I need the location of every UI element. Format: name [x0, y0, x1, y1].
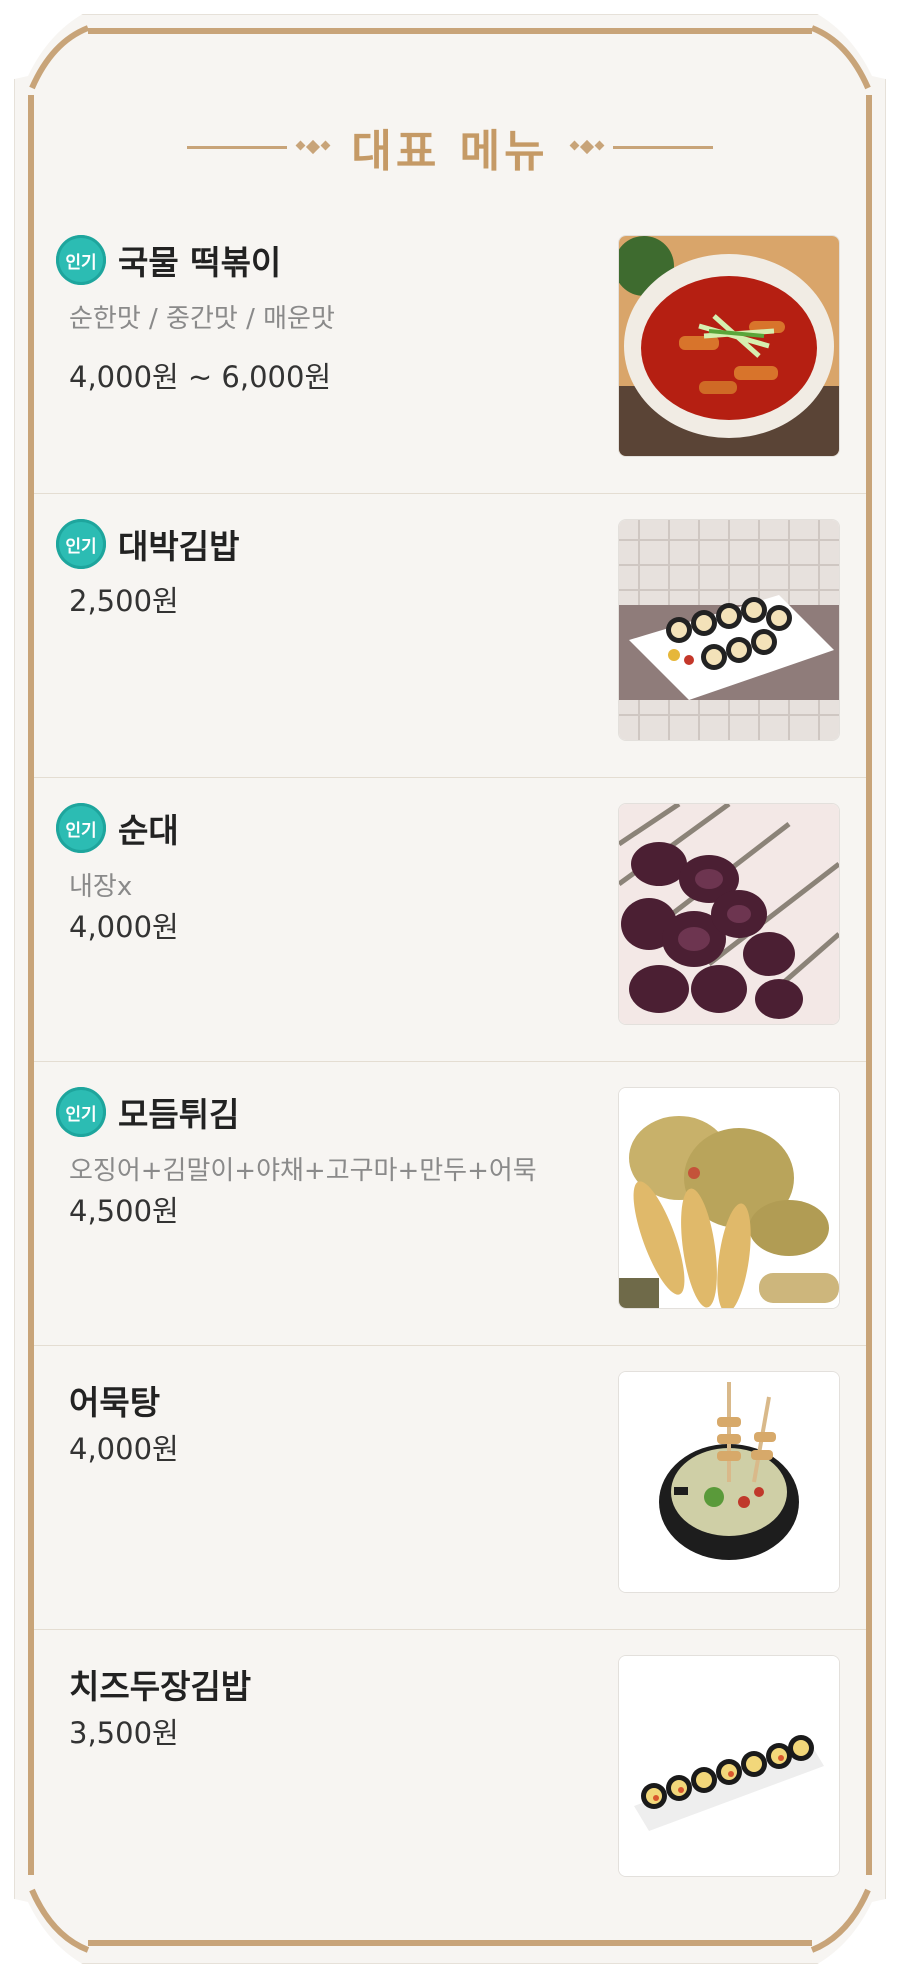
- tteokbokki-photo: [618, 235, 840, 457]
- menu-item-price: 4,000원 ~ 6,000원: [69, 360, 332, 394]
- menu-item-name: 대박김밥: [118, 527, 240, 566]
- menu-item-name: 국물 떡볶이: [118, 243, 282, 282]
- menu-item-name: 어묵탕: [69, 1383, 161, 1422]
- menu-item-fishcake-soup[interactable]: 어묵탕 4,000원: [34, 1346, 866, 1630]
- menu-item-price: 3,500원: [69, 1716, 179, 1750]
- menu-item-price: 4,000원: [69, 910, 179, 944]
- menu-item-sundae[interactable]: 인기 순대 내장x 4,000원: [34, 778, 866, 1062]
- menu-item-price: 2,500원: [69, 584, 179, 618]
- menu-item-name: 모듬튀김: [118, 1095, 240, 1134]
- menu-item-description: 내장x: [69, 872, 133, 902]
- section-header: 대표 메뉴: [0, 112, 900, 182]
- menu-item-price: 4,500원: [69, 1194, 179, 1228]
- fried-assortment-photo: [618, 1087, 840, 1309]
- menu-item-gimbap[interactable]: 인기 대박김밥 2,500원: [34, 494, 866, 778]
- menu-item-description: 오징어+김말이+야채+고구마+만두+어묵: [69, 1156, 537, 1186]
- popular-badge: 인기: [56, 235, 106, 285]
- menu-item-fried-assortment[interactable]: 인기 모듬튀김 오징어+김말이+야채+고구마+만두+어묵 4,500원: [34, 1062, 866, 1346]
- frame-bottom-border: [88, 1940, 812, 1946]
- popular-badge: 인기: [56, 803, 106, 853]
- title-ornament-line-left: [187, 145, 288, 149]
- title-ornament-line-right: [612, 145, 713, 149]
- page-title: 대표 메뉴: [351, 126, 549, 177]
- title-ornament-diamonds-right: [569, 139, 605, 155]
- sundae-photo: [618, 803, 840, 1025]
- popular-badge: 인기: [56, 519, 106, 569]
- frame-right-border: [866, 95, 872, 1875]
- cheese-gimbap-photo: [618, 1655, 840, 1877]
- menu-item-tteokbokki[interactable]: 인기 국물 떡볶이 순한맛 / 중간맛 / 매운맛 4,000원 ~ 6,000…: [34, 210, 866, 494]
- frame-top-border: [88, 28, 812, 34]
- popular-badge: 인기: [56, 1087, 106, 1137]
- menu-item-description: 순한맛 / 중간맛 / 매운맛: [69, 304, 335, 334]
- menu-item-name: 순대: [118, 811, 179, 850]
- title-ornament-diamonds-left: [295, 139, 331, 155]
- menu-item-price: 4,000원: [69, 1432, 179, 1466]
- fishcake-soup-photo: [618, 1371, 840, 1593]
- menu-item-cheese-gimbap[interactable]: 치즈두장김밥 3,500원: [34, 1630, 866, 1914]
- gimbap-plate-photo: [618, 519, 840, 741]
- menu-list: 인기 국물 떡볶이 순한맛 / 중간맛 / 매운맛 4,000원 ~ 6,000…: [34, 210, 866, 1914]
- menu-item-name: 치즈두장김밥: [69, 1667, 252, 1706]
